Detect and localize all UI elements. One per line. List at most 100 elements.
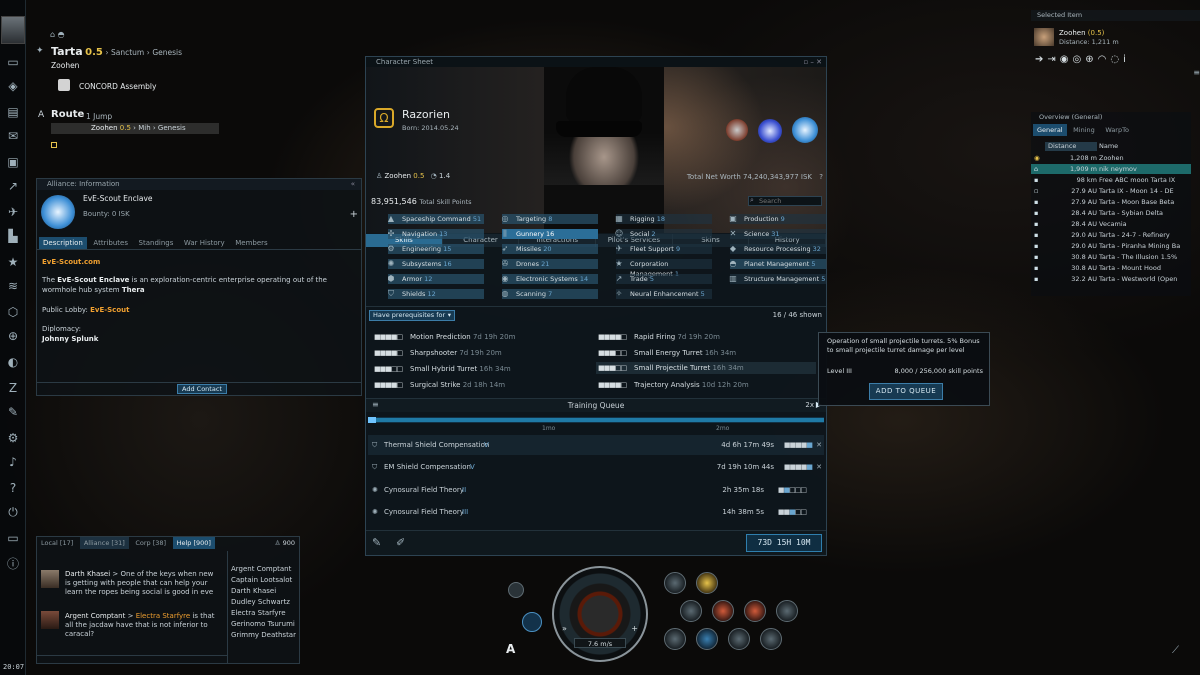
power-icon[interactable]: ⏻ bbox=[5, 504, 21, 520]
module-slot-icon[interactable] bbox=[696, 572, 718, 594]
skill-category-subsystems[interactable]: ✺ Subsystems 16 bbox=[388, 259, 484, 269]
alliance-logo-icon[interactable] bbox=[792, 117, 818, 143]
remove-icon[interactable]: ✕ bbox=[816, 457, 822, 477]
member-item[interactable]: Captain Lootsalot bbox=[231, 576, 296, 585]
module-slot-icon[interactable] bbox=[664, 572, 686, 594]
skill-injector-icon[interactable]: ✎ bbox=[372, 536, 381, 549]
avatar[interactable] bbox=[41, 570, 59, 588]
window-controls-icon[interactable]: ▫ – ✕ bbox=[803, 58, 822, 66]
overview-row[interactable]: ▪ 27.9 AU Tarta - Moon Base Beta bbox=[1031, 197, 1191, 207]
tab-corp[interactable]: Corp [38] bbox=[131, 537, 170, 549]
skill-row-highlighted[interactable]: ■■■□□ Small Projectile Turret 16h 34m bbox=[596, 362, 816, 374]
overview-row[interactable]: ◉ 1,208 m Zoohen bbox=[1031, 153, 1191, 163]
waypoint-marker-icon[interactable] bbox=[51, 142, 57, 148]
skill-category-drones[interactable]: ✇ Drones 21 bbox=[502, 259, 598, 269]
queue-item[interactable]: ✺ Cynosural Field Theory III 14h 38m 5s … bbox=[368, 502, 824, 522]
module-slot-icon[interactable] bbox=[776, 600, 798, 622]
member-item[interactable]: Grimmy Deathstar bbox=[231, 631, 296, 640]
overview-row[interactable]: ▫ 27.9 AU Tarta IX - Moon 14 - DE bbox=[1031, 186, 1191, 196]
market-icon[interactable]: ↗ bbox=[5, 178, 21, 194]
industry-icon[interactable]: ▙ bbox=[5, 228, 21, 244]
look-at-icon[interactable]: ◠ bbox=[1098, 54, 1111, 65]
region-name[interactable]: Genesis bbox=[152, 48, 182, 57]
member-item[interactable]: Dudley Schwartz bbox=[231, 598, 296, 607]
corporation-icon[interactable]: ⬡ bbox=[5, 304, 21, 320]
skill-row[interactable]: ■■■□□ Small Hybrid Turret 16h 34m bbox=[374, 363, 511, 375]
skill-category-shields[interactable]: ⛉ Shields 12 bbox=[388, 289, 484, 299]
selected-item-name[interactable]: Zoohen (0.5) bbox=[1059, 29, 1104, 37]
faction-icon[interactable] bbox=[726, 119, 748, 141]
menu-icon[interactable]: ≡ bbox=[1193, 68, 1200, 77]
skill-category-neural-enhancement[interactable]: ✧ Neural Enhancement 5 bbox=[616, 289, 712, 299]
skill-category-production[interactable]: ▣ Production 9 bbox=[729, 214, 826, 224]
overview-row[interactable]: ▪ 32.2 AU Tarta - Westworld (Open bbox=[1031, 274, 1191, 284]
wallet-icon[interactable]: ▣ bbox=[5, 154, 21, 170]
tab-general[interactable]: General bbox=[1033, 124, 1067, 136]
overview-row[interactable]: ▪ 28.4 AU Vecamia bbox=[1031, 219, 1191, 229]
skill-category-planet-management[interactable]: ◓ Planet Management 5 bbox=[730, 259, 826, 269]
skill-category-scanning[interactable]: ◍ Scanning 7 bbox=[502, 289, 598, 299]
tab-war-history[interactable]: War History bbox=[180, 237, 229, 249]
skill-category-targeting[interactable]: ◎ Targeting 8 bbox=[502, 214, 598, 224]
module-slot-icon[interactable] bbox=[712, 600, 734, 622]
autopilot-icon[interactable]: A bbox=[506, 642, 515, 656]
resize-grip-icon[interactable]: ⟋ bbox=[1172, 645, 1186, 659]
agency-icon[interactable]: ★ bbox=[5, 254, 21, 270]
add-contact-button[interactable]: Add Contact bbox=[177, 384, 227, 394]
inventory-icon[interactable]: ◈ bbox=[5, 78, 21, 94]
queue-item[interactable]: ⛉ Thermal Shield Compensation V 4d 6h 17… bbox=[368, 435, 824, 455]
close-icon[interactable]: « bbox=[351, 180, 355, 188]
column-header-name[interactable]: Name bbox=[1099, 142, 1118, 151]
tab-standings[interactable]: Standings bbox=[135, 237, 178, 249]
add-icon[interactable]: + bbox=[350, 209, 358, 220]
module-slot-icon[interactable] bbox=[680, 600, 702, 622]
tab-description[interactable]: Description bbox=[39, 237, 87, 249]
skill-category-electronic-systems[interactable]: ◉ Electronic Systems 14 bbox=[502, 274, 598, 284]
alliance-website-link[interactable]: EvE-Scout.com bbox=[42, 258, 100, 266]
chat-input[interactable] bbox=[37, 655, 227, 664]
keep-range-icon[interactable]: ◎ bbox=[1073, 54, 1086, 65]
remove-icon[interactable]: ✕ bbox=[816, 435, 822, 455]
approach-icon[interactable]: ➔ bbox=[1035, 54, 1047, 65]
home-icon[interactable]: ⌂ ◓ bbox=[50, 30, 65, 39]
diplomat-name[interactable]: Johnny Splunk bbox=[42, 335, 98, 343]
module-slot-icon[interactable] bbox=[696, 628, 718, 650]
settings-icon[interactable]: ⚙ bbox=[5, 430, 21, 446]
overview-row[interactable]: ▪ 28.4 AU Tarta - Sybian Delta bbox=[1031, 208, 1191, 218]
station-owner[interactable]: Zoohen bbox=[51, 61, 79, 70]
overview-row[interactable]: ▪ 30.8 AU Tarta - The Illusion 1.5% bbox=[1031, 252, 1191, 262]
tab-warpto[interactable]: WarpTo bbox=[1101, 124, 1133, 136]
overview-row[interactable]: ▪ 30.8 AU Tarta - Mount Hood bbox=[1031, 263, 1191, 273]
skill-category-engineering[interactable]: ⚙ Engineering 15 bbox=[387, 244, 484, 254]
map-icon[interactable]: ⊕ bbox=[5, 328, 21, 344]
skill-extractor-icon[interactable]: ✐ bbox=[396, 536, 405, 549]
skill-category-corporation-management[interactable]: ★Corporation Management 1 bbox=[615, 259, 712, 278]
help-icon[interactable]: ? bbox=[5, 480, 21, 496]
speed-readout[interactable]: 7.6 m/s bbox=[574, 638, 626, 648]
dock-icon[interactable]: ⇥ bbox=[1047, 54, 1059, 65]
fleet-icon[interactable]: ✈ bbox=[5, 204, 21, 220]
info-icon[interactable]: ⓘ bbox=[5, 556, 21, 572]
avatar[interactable] bbox=[41, 611, 59, 629]
skill-category-resource-processing[interactable]: ◆ Resource Processing 32 bbox=[730, 244, 826, 254]
calendar-icon[interactable]: Z bbox=[5, 380, 21, 396]
skill-category-science[interactable]: ✕ Science 31 bbox=[730, 229, 826, 239]
add-to-queue-button[interactable]: ADD TO QUEUE bbox=[869, 383, 943, 400]
skill-row[interactable]: ■■■■□ Rapid Firing 7d 19h 20m bbox=[598, 331, 720, 343]
autopilot-icon[interactable]: A bbox=[38, 110, 44, 120]
member-item[interactable]: Darth Khasei bbox=[231, 587, 296, 596]
station-name[interactable]: CONCORD Assembly bbox=[79, 82, 156, 91]
module-slot-icon[interactable] bbox=[664, 628, 686, 650]
window-icon[interactable]: ▭ bbox=[5, 530, 21, 546]
module-slot-icon[interactable] bbox=[728, 628, 750, 650]
info-icon[interactable]: i bbox=[1123, 54, 1130, 65]
assets-icon[interactable]: ▤ bbox=[5, 104, 21, 120]
skill-row[interactable]: ■■■■□ Trajectory Analysis 10d 12h 20m bbox=[598, 379, 749, 391]
skill-row[interactable]: ■■■■□ Sharpshooter 7d 19h 20m bbox=[374, 347, 502, 359]
overview-row[interactable]: ⌂ 1,909 m nik neymov bbox=[1031, 164, 1191, 174]
notepad-icon[interactable]: ✎ bbox=[5, 404, 21, 420]
tab-mining[interactable]: Mining bbox=[1069, 124, 1099, 136]
skill-filter-dropdown[interactable]: Have prerequisites for ▾ bbox=[369, 310, 455, 321]
tab-alliance[interactable]: Alliance [31] bbox=[79, 537, 129, 549]
skill-category-missiles[interactable]: ➶ Missiles 20 bbox=[502, 244, 598, 254]
